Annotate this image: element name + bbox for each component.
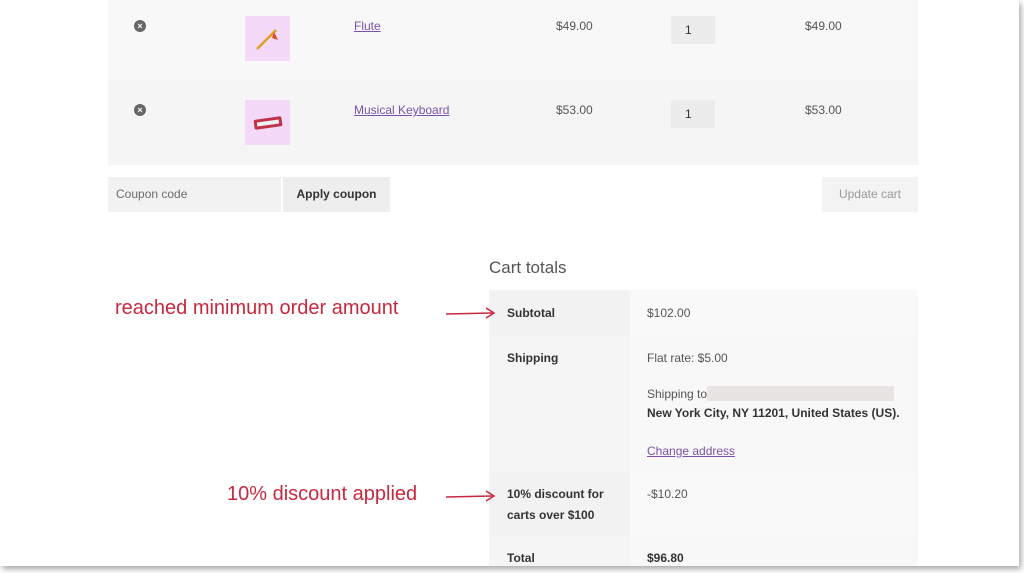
discount-label-line1: 10% discount for: [507, 487, 604, 501]
product-price: $53.00: [556, 103, 593, 117]
product-link-keyboard[interactable]: Musical Keyboard: [354, 103, 449, 117]
page-frame: × Flute $49.00 1 $49.00 × Musical Keyboa…: [0, 0, 1019, 566]
total-value: $96.80: [647, 551, 684, 565]
quantity-input[interactable]: 1: [671, 100, 715, 128]
shipping-to-label: Shipping to: [647, 387, 708, 401]
cart-row-flute: [108, 0, 918, 80]
change-address-link[interactable]: Change address: [647, 444, 735, 458]
shipping-label: Shipping: [507, 351, 559, 365]
keyboard-icon: [253, 116, 283, 130]
shipping-rate: Flat rate: $5.00: [647, 351, 728, 365]
cart-row-keyboard: [108, 80, 918, 165]
flute-thumbnail[interactable]: [245, 16, 290, 61]
annotation-arrow-icon: [445, 490, 496, 502]
annotation-minimum-order: reached minimum order amount: [115, 297, 399, 319]
discount-value: -$10.20: [647, 487, 688, 501]
total-label: Total: [507, 551, 535, 565]
product-link-flute[interactable]: Flute: [354, 19, 381, 33]
annotation-discount-applied: 10% discount applied: [227, 483, 418, 505]
subtotal-value: $102.00: [647, 306, 691, 320]
remove-item-icon[interactable]: ×: [134, 104, 146, 116]
discount-value-cell: [630, 472, 918, 536]
quantity-input[interactable]: 1: [671, 16, 715, 44]
line-subtotal: $53.00: [805, 103, 842, 117]
flute-icon: [256, 29, 278, 50]
update-cart-button[interactable]: Update cart: [822, 177, 918, 212]
keyboard-thumbnail[interactable]: [245, 100, 290, 145]
remove-item-icon[interactable]: ×: [134, 20, 146, 32]
annotation-arrow-icon: [445, 307, 496, 319]
shipping-address: New York City, NY 11201, United States (…: [647, 406, 900, 420]
cart-totals-title: Cart totals: [489, 258, 567, 277]
discount-header-cell: [489, 472, 630, 536]
line-subtotal: $49.00: [805, 19, 842, 33]
product-price: $49.00: [556, 19, 593, 33]
redacted-address-bar: [707, 386, 894, 401]
coupon-code-input[interactable]: Coupon code: [108, 177, 281, 212]
discount-label-line2: carts over $100: [507, 508, 595, 522]
apply-coupon-button[interactable]: Apply coupon: [283, 177, 390, 212]
subtotal-label: Subtotal: [507, 306, 555, 320]
